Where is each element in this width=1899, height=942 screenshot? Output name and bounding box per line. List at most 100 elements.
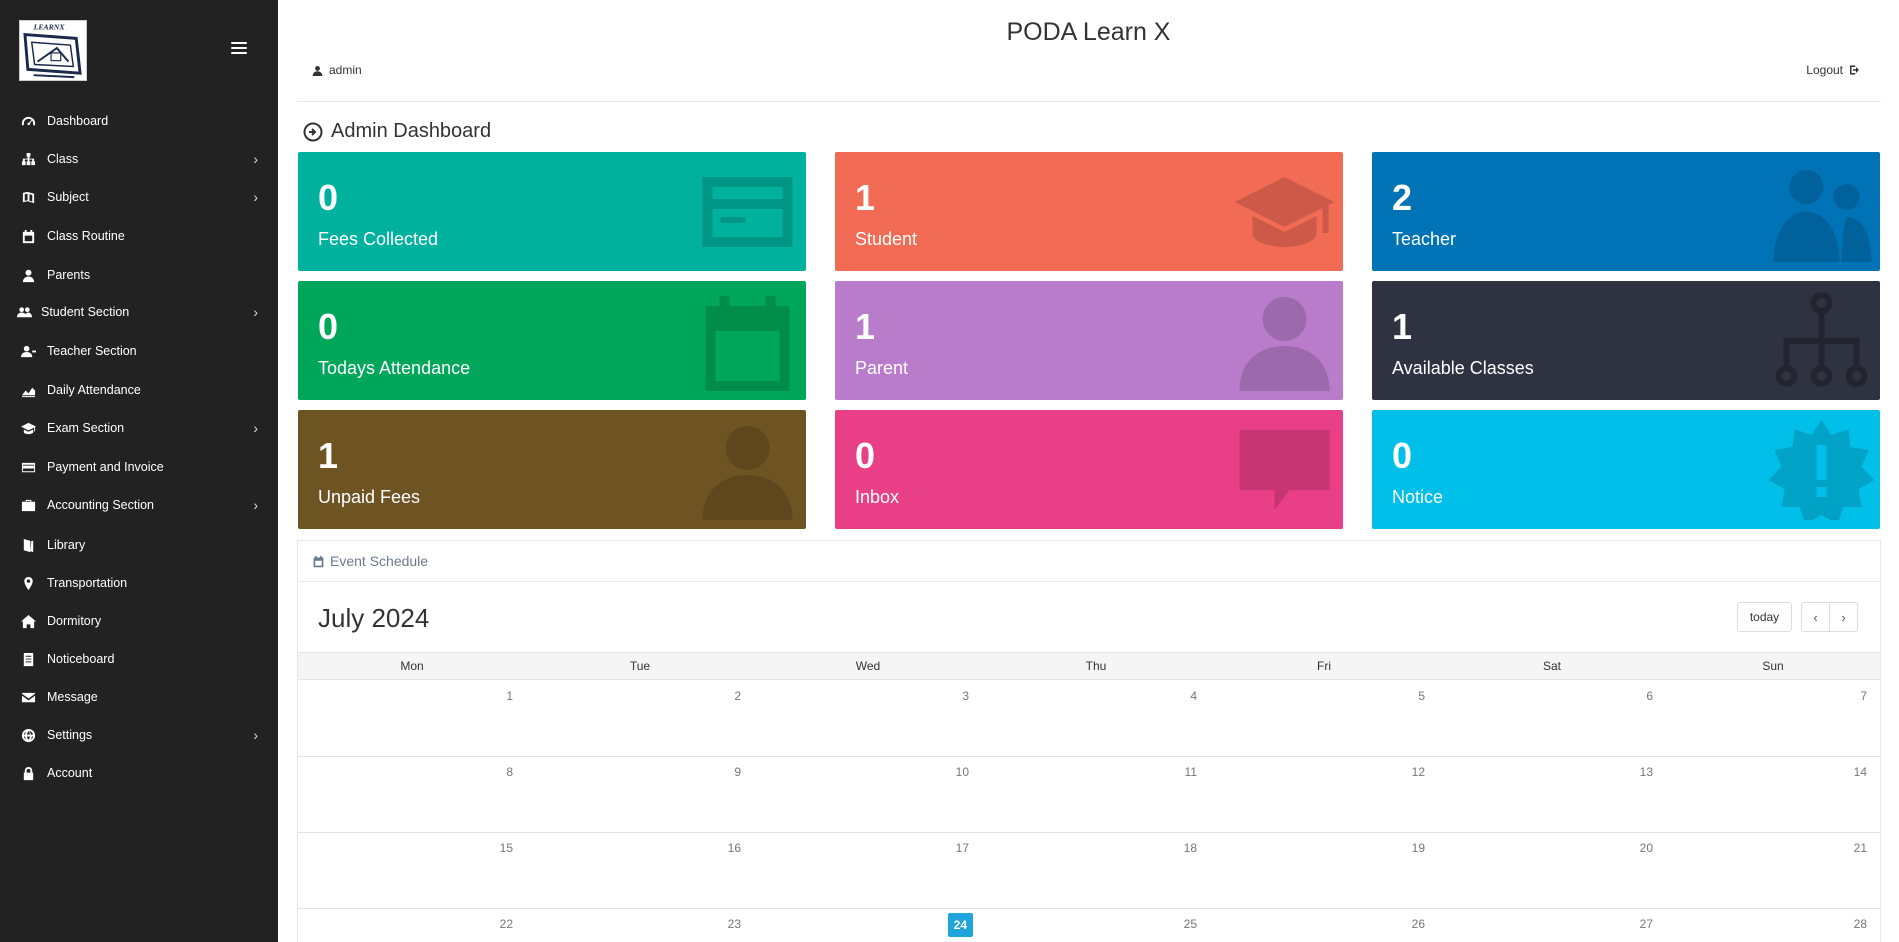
today-button[interactable]: today: [1737, 602, 1792, 632]
calendar-day[interactable]: 4: [982, 681, 1210, 757]
day-number: 16: [727, 841, 741, 855]
sidebar-item-noticeboard[interactable]: Noticeboard: [0, 640, 278, 678]
calendar-day[interactable]: 14: [1666, 757, 1880, 833]
sidebar-item-label: Parents: [47, 268, 91, 282]
day-number: 21: [1853, 841, 1867, 855]
book-icon: [20, 189, 36, 205]
sidebar-item-label: Dormitory: [47, 614, 102, 628]
tile-todays-attendance[interactable]: 0 Todays Attendance: [298, 281, 806, 400]
calendar-day[interactable]: 2: [526, 681, 754, 757]
calendar-icon: [20, 228, 36, 244]
tile-teacher[interactable]: 2 Teacher: [1372, 152, 1880, 271]
day-number: 3: [962, 689, 969, 703]
day-number: 9: [734, 765, 741, 779]
calendar-day-today[interactable]: 24: [754, 909, 982, 942]
calendar-day[interactable]: 19: [1210, 833, 1438, 909]
calendar-day[interactable]: 10: [754, 757, 982, 833]
day-number: 8: [506, 765, 513, 779]
calendar-day[interactable]: 20: [1438, 833, 1666, 909]
day-number: 1: [506, 689, 513, 703]
lock-icon: [20, 765, 36, 781]
sidebar-item-student-section[interactable]: Student Section ›: [0, 293, 278, 331]
calendar-week: 15 16 17 18 19 20 21: [298, 833, 1880, 909]
sidebar-item-library[interactable]: Library: [0, 526, 278, 564]
tile-fees-collected[interactable]: 0 Fees Collected: [298, 152, 806, 271]
calendar-day[interactable]: 17: [754, 833, 982, 909]
calendar-day[interactable]: 27: [1438, 909, 1666, 942]
sidebar-item-dormitory[interactable]: Dormitory: [0, 602, 278, 640]
sidebar-item-payment-and-invoice[interactable]: Payment and Invoice: [0, 448, 278, 486]
sidebar-item-accounting-section[interactable]: Accounting Section ›: [0, 486, 278, 524]
tile-value: 0: [855, 435, 876, 476]
tile-available-classes[interactable]: 1 Available Classes: [1372, 281, 1880, 400]
calendar-day[interactable]: 25: [982, 909, 1210, 942]
calendar-day[interactable]: 3: [754, 681, 982, 757]
calendar-day[interactable]: 18: [982, 833, 1210, 909]
tile-unpaid-fees[interactable]: 1 Unpaid Fees: [298, 410, 806, 529]
map-marker-icon: [20, 575, 36, 591]
tile-student[interactable]: 1 Student: [835, 152, 1343, 271]
tile-inbox[interactable]: 0 Inbox: [835, 410, 1343, 529]
sidebar-item-message[interactable]: Message: [0, 678, 278, 716]
day-number: 18: [1183, 841, 1197, 855]
calendar-day[interactable]: 5: [1210, 681, 1438, 757]
calendar-day[interactable]: 7: [1666, 681, 1880, 757]
sidebar-item-class[interactable]: Class ›: [0, 140, 278, 178]
calendar-week: 22 23 24 25 26 27 28: [298, 909, 1880, 942]
sidebar-item-label: Student Section: [41, 305, 130, 319]
calendar-day[interactable]: 8: [298, 757, 526, 833]
app-logo[interactable]: LEARNX: [19, 20, 87, 81]
calendar-day[interactable]: 13: [1438, 757, 1666, 833]
day-number: 13: [1639, 765, 1653, 779]
calendar-day[interactable]: 22: [298, 909, 526, 942]
calendar-day[interactable]: 11: [982, 757, 1210, 833]
calendar-day[interactable]: 9: [526, 757, 754, 833]
sidebar-item-class-routine[interactable]: Class Routine: [0, 217, 278, 255]
sidebar-item-settings[interactable]: Settings ›: [0, 716, 278, 754]
calendar-day[interactable]: 23: [526, 909, 754, 942]
main-content: PODA Learn X admin Logout Admin Dashboar…: [278, 0, 1899, 942]
calendar-day[interactable]: 12: [1210, 757, 1438, 833]
logout-link[interactable]: Logout: [1806, 63, 1861, 77]
calendar-day[interactable]: 21: [1666, 833, 1880, 909]
sidebar-item-subject[interactable]: Subject ›: [0, 178, 278, 216]
day-number: 22: [499, 917, 513, 931]
calendar-day[interactable]: 16: [526, 833, 754, 909]
page-title: Admin Dashboard: [303, 120, 491, 143]
dashboard-icon: [20, 113, 36, 129]
calendar-day[interactable]: 15: [298, 833, 526, 909]
tile-parent[interactable]: 1 Parent: [835, 281, 1343, 400]
day-number: 10: [955, 765, 969, 779]
day-number: 14: [1853, 765, 1867, 779]
prev-month-button[interactable]: ‹: [1801, 602, 1830, 632]
tile-value: 1: [318, 435, 339, 476]
sidebar-item-dashboard[interactable]: Dashboard: [0, 102, 278, 140]
tile-value: 0: [1392, 435, 1413, 476]
calendar-day[interactable]: 28: [1666, 909, 1880, 942]
briefcase-icon: [20, 497, 36, 513]
sidebar-item-daily-attendance[interactable]: Daily Attendance: [0, 371, 278, 409]
calendar-day[interactable]: 26: [1210, 909, 1438, 942]
sidebar-item-label: Message: [47, 690, 98, 704]
logo-icon: LEARNX: [20, 21, 86, 80]
calendar-day[interactable]: 1: [298, 681, 526, 757]
sidebar-item-label: Transportation: [47, 576, 128, 590]
day-number: 27: [1639, 917, 1653, 931]
tile-notice[interactable]: 0 Notice: [1372, 410, 1880, 529]
sidebar-item-label: Settings: [47, 728, 93, 742]
next-month-button[interactable]: ›: [1829, 602, 1858, 632]
tile-value: 1: [855, 177, 876, 218]
sidebar-item-teacher-section[interactable]: Teacher Section: [0, 332, 278, 370]
sidebar-item-account[interactable]: Account: [0, 754, 278, 792]
sidebar-item-label: Payment and Invoice: [47, 460, 164, 474]
sidebar-item-parents[interactable]: Parents: [0, 256, 278, 294]
menu-toggle-icon[interactable]: [231, 42, 247, 56]
sidebar-item-exam-section[interactable]: Exam Section ›: [0, 409, 278, 447]
users-icon: [16, 304, 32, 320]
calendar-day[interactable]: 6: [1438, 681, 1666, 757]
sidebar-item-transportation[interactable]: Transportation: [0, 564, 278, 602]
graduation-cap-icon: [1232, 162, 1337, 262]
notice-icon: [20, 651, 36, 667]
user-info[interactable]: admin: [312, 63, 362, 77]
chevron-right-icon: ›: [253, 304, 258, 320]
